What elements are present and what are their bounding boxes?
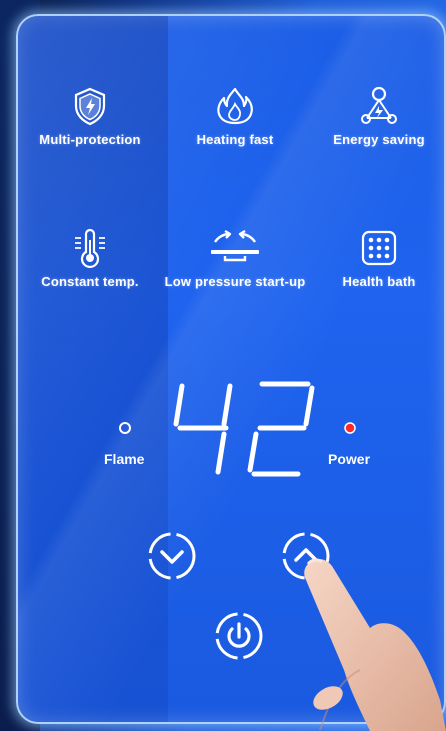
temperature-display: 42 bbox=[168, 378, 328, 478]
chevron-down-icon bbox=[148, 532, 196, 580]
flame-indicator-led bbox=[119, 422, 131, 434]
feature-label: Health bath bbox=[342, 274, 416, 289]
feature-multi-protection: Multi-protection bbox=[15, 86, 165, 147]
hand-image bbox=[304, 558, 446, 731]
power-button[interactable] bbox=[213, 610, 265, 662]
temperature-value: 42 bbox=[168, 378, 169, 379]
feature-label: Constant temp. bbox=[41, 274, 139, 289]
shield-bolt-icon bbox=[74, 87, 106, 126]
water-dots-icon bbox=[361, 230, 397, 266]
temperature-down-button[interactable] bbox=[146, 530, 198, 582]
feature-low-pressure: Low pressure start-up bbox=[160, 228, 310, 289]
seven-segment-digits bbox=[173, 381, 315, 477]
feature-label: Low pressure start-up bbox=[164, 274, 306, 289]
power-icon bbox=[215, 612, 263, 660]
feature-heating-fast: Heating fast bbox=[160, 86, 310, 147]
feature-energy-saving: Energy saving bbox=[304, 86, 446, 147]
thermometer-icon bbox=[75, 228, 105, 268]
energy-network-icon bbox=[361, 86, 397, 124]
power-indicator-led bbox=[344, 422, 356, 434]
feature-label: Heating fast bbox=[196, 132, 274, 147]
flame-icon bbox=[217, 87, 253, 125]
feature-constant-temp: Constant temp. bbox=[15, 228, 165, 289]
power-label: Power bbox=[328, 451, 371, 467]
feature-health-bath: Health bath bbox=[304, 228, 446, 289]
pressure-arrows-icon bbox=[211, 229, 259, 262]
feature-label: Multi-protection bbox=[39, 132, 141, 147]
flame-label: Flame bbox=[104, 451, 145, 467]
feature-label: Energy saving bbox=[333, 132, 425, 147]
